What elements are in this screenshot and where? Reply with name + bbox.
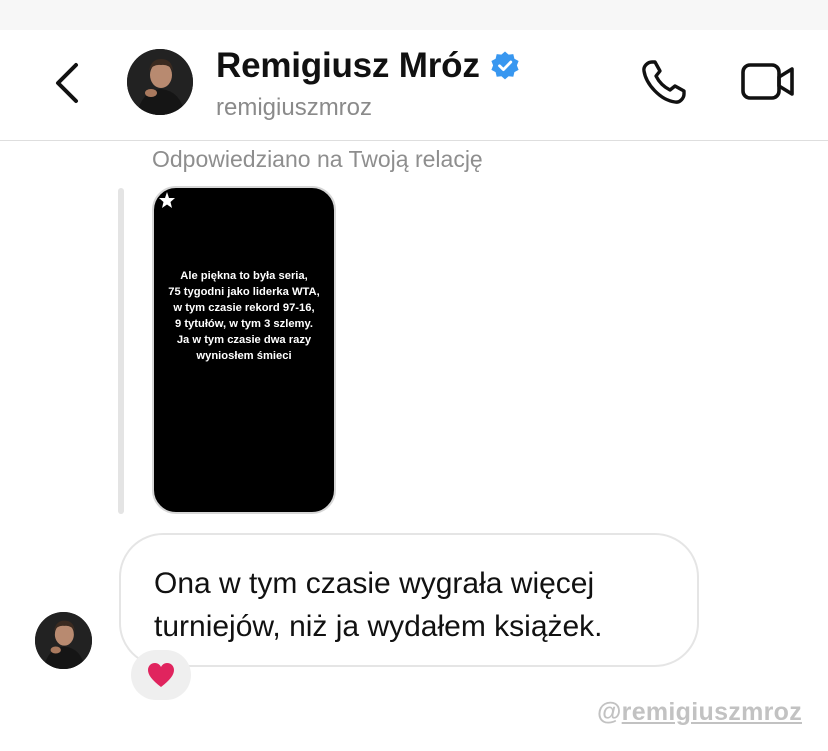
back-button[interactable] <box>44 58 88 108</box>
story-text-line: Ja w tym czasie dwa razy <box>176 334 312 346</box>
profile-photo-icon <box>35 612 92 669</box>
star-icon <box>159 192 175 208</box>
heart-icon <box>148 663 174 687</box>
chevron-left-icon <box>56 63 78 103</box>
story-reply-label: Odpowiedziano na Twoją relację <box>152 146 483 172</box>
watermark-handle: remigiuszmroz <box>621 698 802 726</box>
status-strip <box>0 0 828 30</box>
watermark-at: @ <box>596 698 622 726</box>
contact-handle: remigiuszmroz <box>216 94 373 121</box>
verified-badge-icon <box>491 51 519 80</box>
profile-photo-icon <box>127 49 193 115</box>
story-preview[interactable]: Ale piękna to była seria, 75 tygodni jak… <box>152 186 336 514</box>
story-text-line: wyniosłem śmieci <box>196 350 292 362</box>
reply-quote-bar <box>118 188 124 514</box>
story-text-line: w tym czasie rekord 97-16, <box>173 302 315 314</box>
story-text-line: Ale piękna to była seria, <box>180 270 308 282</box>
story-text-line: 75 tygodni jako liderka WTA, <box>168 286 320 298</box>
reaction-badge[interactable] <box>131 650 191 700</box>
contact-name-row: Remigiusz Mróz <box>216 46 521 86</box>
watermark: @remigiuszmroz <box>597 698 802 727</box>
message-text-line: turniejów, niż ja wydałem książek. <box>154 610 603 643</box>
message-avatar[interactable] <box>35 612 92 669</box>
contact-name[interactable]: Remigiusz Mróz <box>216 46 480 86</box>
story-text: Ale piękna to była seria, 75 tygodni jak… <box>164 268 324 364</box>
video-call-button[interactable] <box>740 58 796 106</box>
phone-icon <box>642 60 686 104</box>
video-camera-icon <box>741 63 794 100</box>
message-text-line: Ona w tym czasie wygrała więcej <box>154 567 595 600</box>
message-bubble[interactable]: Ona w tym czasie wygrała więcej turniejó… <box>119 533 699 667</box>
avatar[interactable] <box>127 49 193 115</box>
voice-call-button[interactable] <box>638 56 690 108</box>
chat-header: Remigiusz Mróz remigiuszmroz <box>0 30 828 141</box>
story-text-line: 9 tytułów, w tym 3 szlemy. <box>174 318 314 330</box>
